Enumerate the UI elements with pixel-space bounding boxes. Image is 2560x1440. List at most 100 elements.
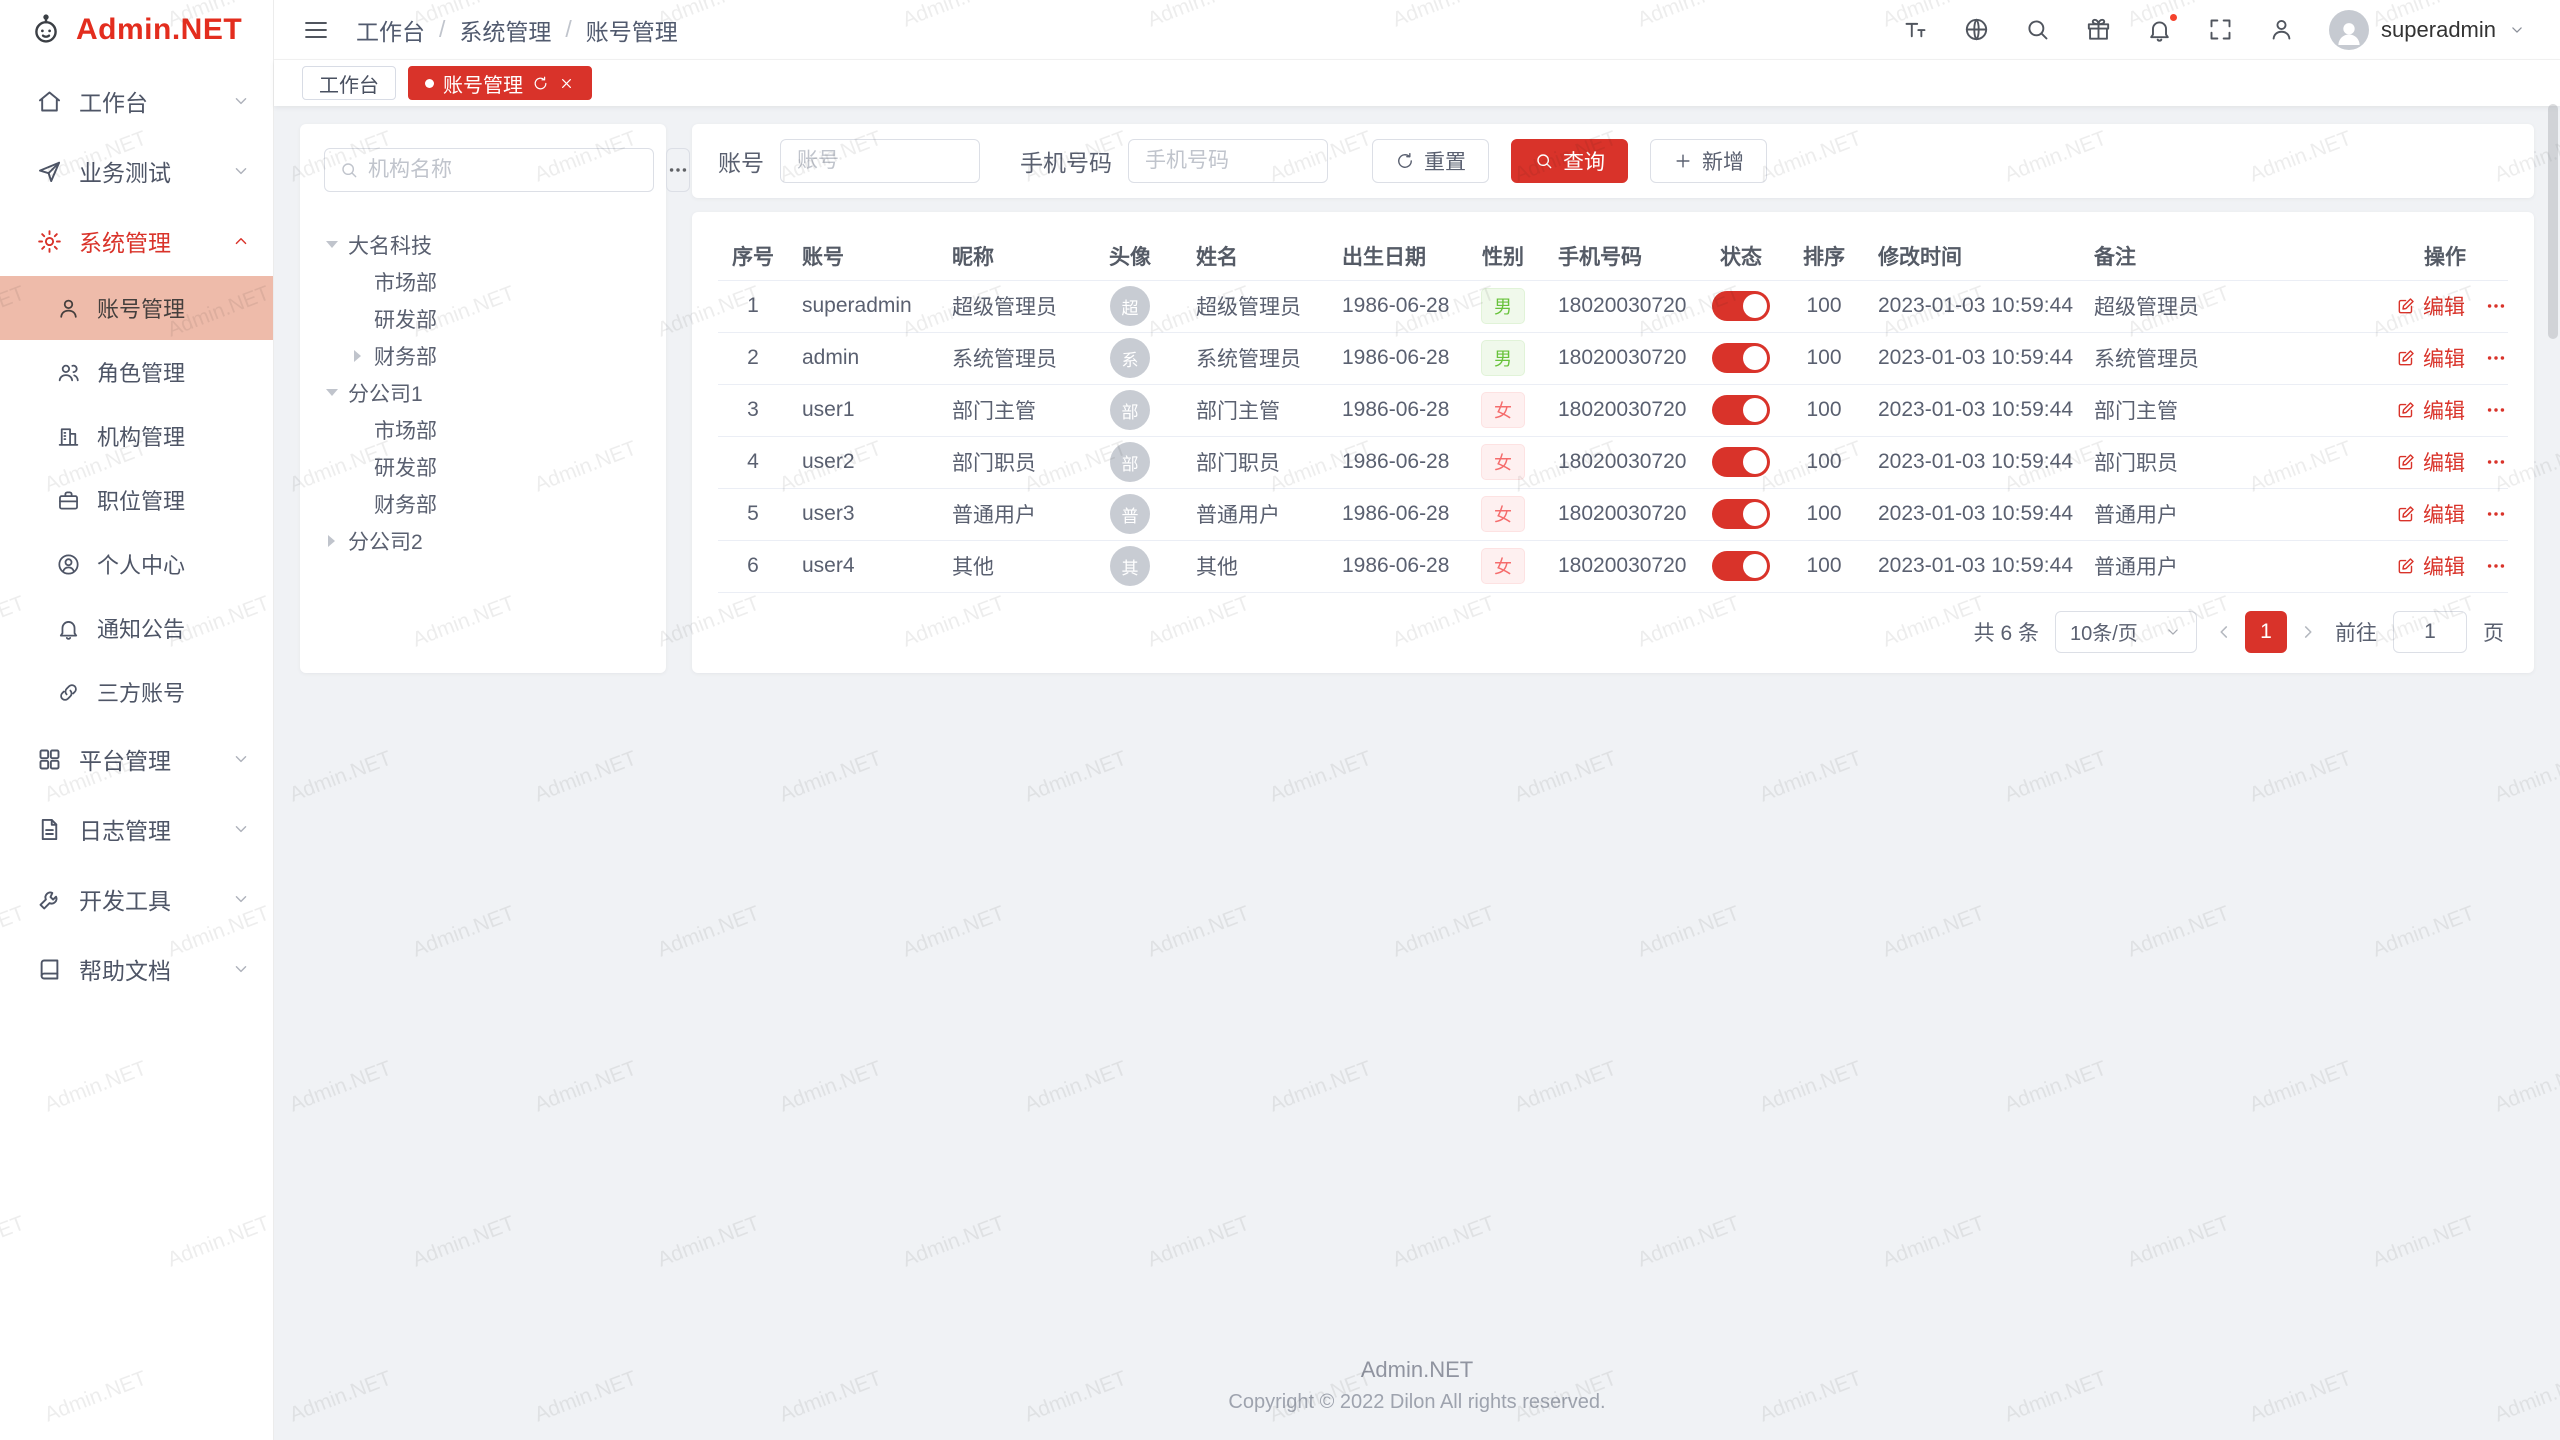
goto-page-input[interactable]: [2393, 611, 2467, 653]
tree-node[interactable]: 分公司2: [324, 522, 642, 559]
sidebar-item-4[interactable]: 日志管理: [0, 794, 273, 864]
tree-caret[interactable]: [350, 350, 366, 362]
search-button-header[interactable]: [2024, 16, 2051, 43]
tree-node[interactable]: 市场部: [324, 263, 642, 300]
reset-button[interactable]: 重置: [1372, 139, 1489, 183]
tab-workbench[interactable]: 工作台: [302, 66, 396, 100]
cell-phone: 18020030720: [1544, 280, 1698, 332]
phone-input[interactable]: [1128, 139, 1328, 183]
tree-node[interactable]: 研发部: [324, 448, 642, 485]
sidebar-subitem-0[interactable]: 账号管理: [0, 276, 273, 340]
edit-button[interactable]: 编辑: [2396, 499, 2465, 529]
tree-node[interactable]: 市场部: [324, 411, 642, 448]
user-menu[interactable]: superadmin: [2329, 10, 2526, 50]
cell-name: 其他: [1182, 540, 1328, 592]
org-more-button[interactable]: [666, 148, 690, 192]
pagination: 共 6 条 10条/页 1 前往: [718, 593, 2508, 659]
edit-icon: [2396, 452, 2416, 472]
sidebar-subitem-1[interactable]: 角色管理: [0, 340, 273, 404]
hamburger-menu-icon[interactable]: [302, 16, 330, 44]
row-more-button[interactable]: [2485, 555, 2507, 577]
tree-node[interactable]: 财务部: [324, 337, 642, 374]
status-toggle[interactable]: [1712, 291, 1770, 321]
profile-button[interactable]: [2268, 16, 2295, 43]
status-toggle[interactable]: [1712, 343, 1770, 373]
cell-avatar: 系: [1078, 332, 1182, 384]
breadcrumb-item-workbench[interactable]: 工作台: [356, 13, 425, 47]
sidebar-item-2[interactable]: 系统管理: [0, 206, 273, 276]
breadcrumb-item-system[interactable]: 系统管理: [459, 13, 551, 47]
org-search-box[interactable]: [324, 148, 654, 192]
avatar-person-icon: [2332, 16, 2366, 50]
status-toggle[interactable]: [1712, 551, 1770, 581]
row-avatar: 普: [1110, 494, 1150, 534]
page-size-select[interactable]: 10条/页: [2055, 611, 2197, 653]
tree-node[interactable]: 研发部: [324, 300, 642, 337]
gift-button[interactable]: [2085, 16, 2112, 43]
user-icon: [56, 296, 81, 321]
next-page-button[interactable]: [2297, 621, 2319, 643]
add-button[interactable]: 新增: [1650, 139, 1767, 183]
cell-order: 100: [1784, 332, 1864, 384]
cell-name: 普通用户: [1182, 488, 1328, 540]
app-logo[interactable]: Admin.NET: [0, 0, 273, 60]
cell-gender: 女: [1462, 384, 1544, 436]
sidebar-item-6[interactable]: 帮助文档: [0, 934, 273, 1004]
row-more-button[interactable]: [2485, 295, 2507, 317]
edit-button[interactable]: 编辑: [2396, 447, 2465, 477]
sidebar-item-label: 平台管理: [79, 742, 171, 776]
tab-account-management[interactable]: 账号管理: [408, 66, 592, 100]
tab-close-icon[interactable]: [558, 75, 575, 92]
scrollbar-thumb[interactable]: [2548, 104, 2558, 339]
tab-refresh-icon[interactable]: [532, 75, 549, 92]
edit-button[interactable]: 编辑: [2396, 395, 2465, 425]
sidebar-subitem-2[interactable]: 机构管理: [0, 404, 273, 468]
edit-icon: [2396, 504, 2416, 524]
org-search-input[interactable]: [368, 158, 639, 182]
edit-button[interactable]: 编辑: [2396, 343, 2465, 373]
tree-node[interactable]: 分公司1: [324, 374, 642, 411]
breadcrumb-item-account[interactable]: 账号管理: [586, 13, 678, 47]
account-input[interactable]: [780, 139, 980, 183]
gender-badge: 女: [1481, 548, 1525, 584]
sidebar-item-3[interactable]: 平台管理: [0, 724, 273, 794]
sidebar-item-5[interactable]: 开发工具: [0, 864, 273, 934]
tree-node[interactable]: 大名科技: [324, 226, 642, 263]
sidebar-subitem-4[interactable]: 个人中心: [0, 532, 273, 596]
notification-button[interactable]: [2146, 16, 2173, 43]
query-button[interactable]: 查询: [1511, 139, 1628, 183]
app-title: Admin.NET: [76, 13, 242, 47]
edit-button[interactable]: 编辑: [2396, 291, 2465, 321]
page-content: 大名科技市场部研发部财务部分公司1市场部研发部财务部分公司2 账号 手机号码 重…: [274, 106, 2560, 1440]
status-toggle[interactable]: [1712, 447, 1770, 477]
cell-modified-time: 2023-01-03 10:59:44: [1864, 384, 2080, 436]
status-toggle[interactable]: [1712, 395, 1770, 425]
font-size-button[interactable]: [1902, 16, 1929, 43]
phone-label: 手机号码: [1020, 144, 1112, 178]
row-more-button[interactable]: [2485, 347, 2507, 369]
tree-caret[interactable]: [324, 235, 340, 254]
sidebar-item-1[interactable]: 业务测试: [0, 136, 273, 206]
right-column: 账号 手机号码 重置 查询: [692, 124, 2534, 673]
sidebar-subitem-6[interactable]: 三方账号: [0, 660, 273, 724]
sidebar-subitem-label: 账号管理: [97, 292, 185, 324]
sidebar-subitem-3[interactable]: 职位管理: [0, 468, 273, 532]
table-row: 2admin系统管理员系系统管理员1986-06-28男180200307201…: [718, 332, 2508, 384]
cell-status: [1698, 384, 1784, 436]
row-more-button[interactable]: [2485, 503, 2507, 525]
fullscreen-button[interactable]: [2207, 16, 2234, 43]
tree-caret[interactable]: [324, 383, 340, 402]
sidebar-subitem-5[interactable]: 通知公告: [0, 596, 273, 660]
page-number-active[interactable]: 1: [2245, 611, 2287, 653]
scrollbar[interactable]: [2548, 66, 2558, 1436]
sidebar-item-0[interactable]: 工作台: [0, 66, 273, 136]
edit-button[interactable]: 编辑: [2396, 551, 2465, 581]
tree-caret[interactable]: [324, 535, 340, 547]
row-more-button[interactable]: [2485, 451, 2507, 473]
prev-page-button[interactable]: [2213, 621, 2235, 643]
row-more-button[interactable]: [2485, 399, 2507, 421]
cell-nickname: 普通用户: [938, 488, 1078, 540]
tree-node[interactable]: 财务部: [324, 485, 642, 522]
status-toggle[interactable]: [1712, 499, 1770, 529]
globe-button[interactable]: [1963, 16, 1990, 43]
